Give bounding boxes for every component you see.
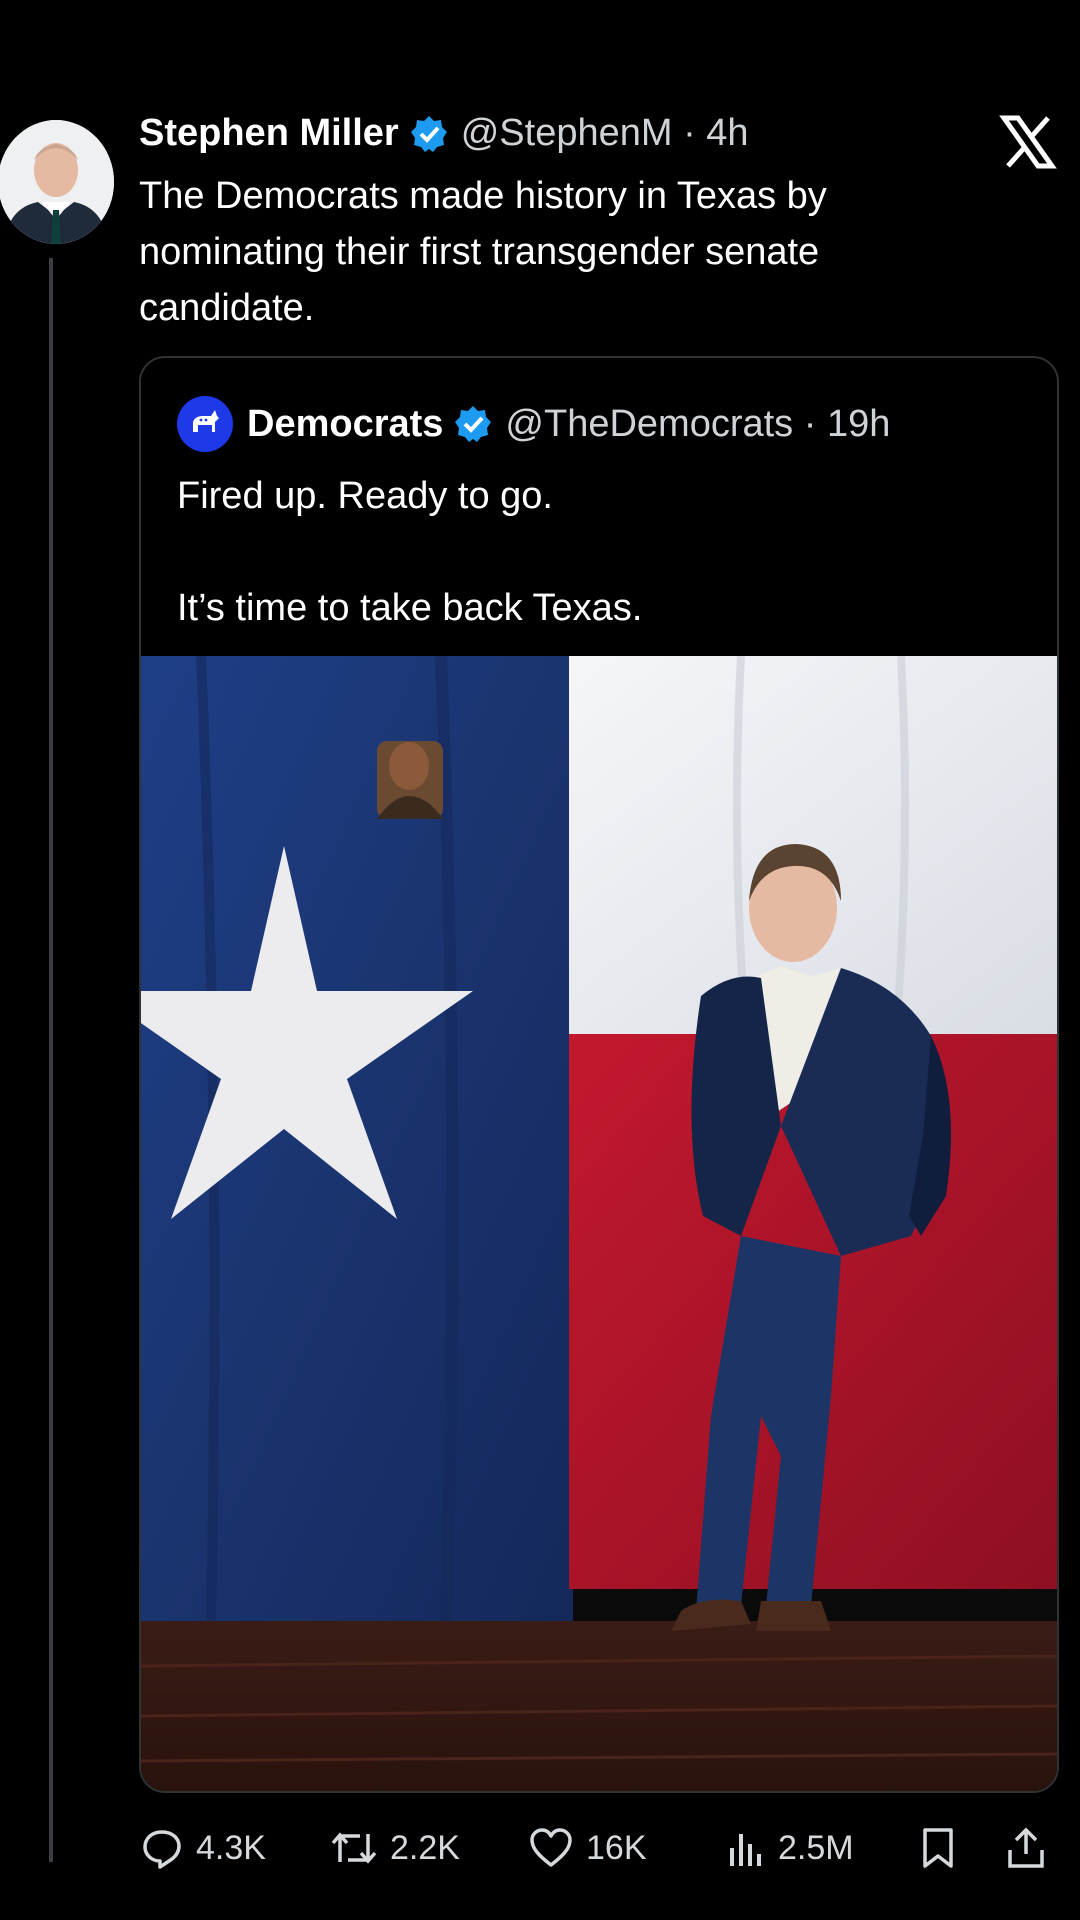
views-button[interactable]: 2.5M	[726, 1818, 854, 1878]
like-button[interactable]: 16K	[528, 1818, 647, 1878]
bookmark-button[interactable]	[918, 1818, 958, 1878]
view-count: 2.5M	[778, 1828, 854, 1867]
bookmark-icon	[923, 1828, 953, 1868]
views-icon	[730, 1834, 761, 1866]
repost-button[interactable]: 2.2K	[330, 1818, 460, 1878]
thread-line	[49, 258, 53, 1862]
author-handle-time[interactable]: @StephenM · 4h	[461, 112, 749, 155]
tweet-text: The Democrats made history in Texas by n…	[139, 175, 827, 329]
share-button[interactable]	[1004, 1818, 1048, 1878]
quoted-tweet-photo[interactable]	[141, 656, 1057, 1791]
repost-icon	[331, 1832, 377, 1864]
tweet-action-bar: 4.3K 2.2K 16K 2.5M	[140, 1818, 1060, 1878]
quoted-author-avatar[interactable]	[177, 396, 233, 452]
reply-count: 4.3K	[196, 1828, 266, 1867]
quoted-author-handle-time[interactable]: @TheDemocrats · 19h	[505, 403, 890, 446]
verified-badge-icon	[455, 406, 492, 442]
like-count: 16K	[586, 1828, 647, 1867]
quoted-tweet-text: Fired up. Ready to go. It’s time to take…	[177, 475, 643, 629]
reply-button[interactable]: 4.3K	[140, 1818, 266, 1878]
tweet-header: Stephen Miller @StephenM · 4h	[139, 112, 749, 155]
heart-icon	[530, 1828, 572, 1867]
repost-count: 2.2K	[390, 1828, 460, 1867]
quoted-tweet-header: Democrats @TheDemocrats · 19h	[177, 396, 890, 452]
verified-badge-icon	[410, 115, 447, 152]
reply-icon	[143, 1830, 181, 1869]
donkey-logo-icon	[193, 410, 219, 432]
author-name[interactable]: Stephen Miller	[139, 112, 399, 155]
share-icon	[1008, 1827, 1044, 1868]
quoted-tweet-card[interactable]: Democrats @TheDemocrats · 19h Fired up. …	[139, 356, 1059, 1793]
x-logo-icon[interactable]	[998, 112, 1058, 172]
author-avatar[interactable]	[0, 120, 114, 244]
quoted-author-name[interactable]: Democrats	[247, 403, 443, 446]
